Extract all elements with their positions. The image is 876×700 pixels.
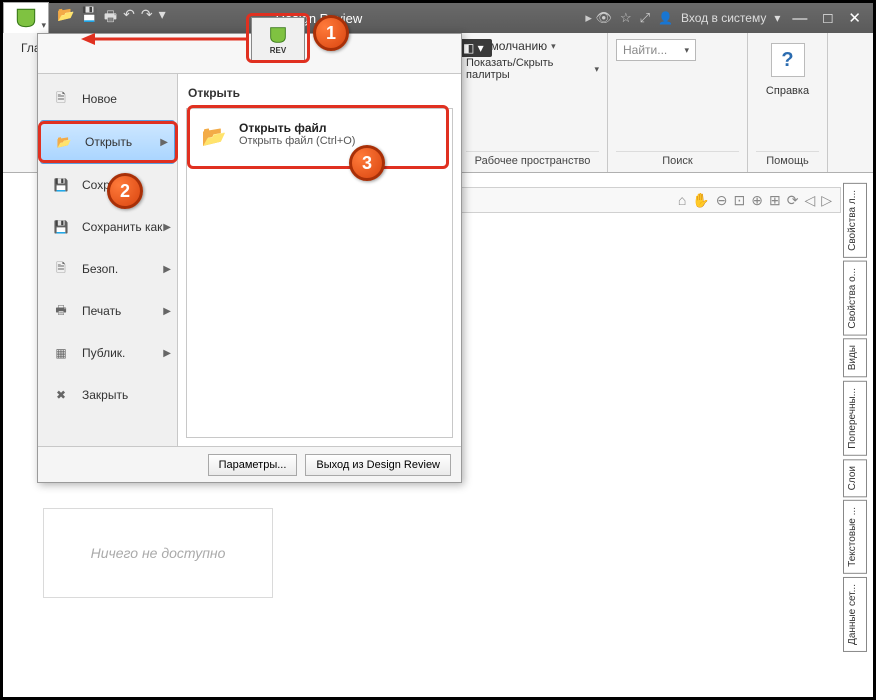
- chevron-right-icon: ▶: [163, 306, 171, 317]
- help-label: Справка: [766, 85, 809, 97]
- menu-item-print[interactable]: 🖶 Печать ▶: [38, 290, 177, 332]
- tab-text[interactable]: Текстовые ...: [843, 500, 867, 574]
- right-palette-tabs: Свойства л... Свойства о... Виды Попереч…: [843, 183, 867, 652]
- menu-label-new: Новое: [82, 92, 117, 106]
- publish-icon: ▦: [48, 340, 74, 366]
- submenu-open-file[interactable]: 📂 Открыть файл Открыть файл (Ctrl+O): [193, 115, 446, 157]
- app-menu-left: 🗎 Новое 📂 Открыть ▶ 💾 Сохранить 💾 Сохран…: [38, 74, 178, 446]
- star-icon[interactable]: ☆: [620, 10, 632, 26]
- prev-icon[interactable]: ◁: [804, 192, 815, 209]
- empty-message: Ничего не доступно: [91, 545, 226, 561]
- search-input[interactable]: Найти...▾: [616, 39, 696, 61]
- zoom-extents-icon[interactable]: ⊞: [769, 192, 781, 209]
- file-icon: 🗎: [48, 86, 74, 112]
- zoom-out-icon[interactable]: ⊖: [716, 192, 728, 209]
- group-label-help: Помощь: [756, 151, 819, 170]
- app-menu-right: Открыть 📂 Открыть файл Открыть файл (Ctr…: [178, 74, 461, 446]
- chevron-right-icon: ▶: [163, 264, 171, 275]
- ribbon-group-search: Найти...▾ Поиск: [608, 33, 748, 172]
- options-button[interactable]: Параметры...: [208, 454, 298, 476]
- tab-cross-sections[interactable]: Поперечны...: [843, 381, 867, 456]
- app-menu: 🗎 Новое 📂 Открыть ▶ 💾 Сохранить 💾 Сохран…: [37, 33, 462, 483]
- open-folder-icon: 📂: [199, 121, 229, 151]
- refresh-icon[interactable]: ⟳: [787, 192, 799, 209]
- toggle-palettes-button[interactable]: Показать/Скрыть палитры ▾: [466, 57, 599, 81]
- tab-properties-l[interactable]: Свойства л...: [843, 183, 867, 258]
- pan-icon[interactable]: ✋: [692, 192, 709, 209]
- ribbon-group-help: ? Справка Помощь: [748, 33, 828, 172]
- menu-label-secure: Безоп.: [82, 262, 118, 276]
- tab-properties-o[interactable]: Свойства о...: [843, 261, 867, 336]
- titlebar: ▾ 📂 💾 🖶 ↶ ↷ ▾ Design Review ▸ 👁 ☆ ⤢ 👤 Вх…: [3, 3, 873, 33]
- save-as-icon: 💾: [48, 214, 74, 240]
- group-label-workspace: Рабочее пространство: [466, 151, 599, 170]
- login-link[interactable]: Вход в систему: [681, 11, 766, 25]
- exit-button[interactable]: Выход из Design Review: [305, 454, 451, 476]
- close-icon: ✖: [48, 382, 74, 408]
- quick-access-toolbar: 📂 💾 🖶 ↶ ↷ ▾: [57, 6, 166, 30]
- menu-item-publish[interactable]: ▦ Публик. ▶: [38, 332, 177, 374]
- menu-label-publish: Публик.: [82, 346, 125, 360]
- submenu-item-subtitle: Открыть файл (Ctrl+O): [239, 135, 355, 147]
- app-menu-button[interactable]: ▾: [3, 2, 49, 34]
- tab-views[interactable]: Виды: [843, 338, 867, 377]
- menu-item-open[interactable]: 📂 Открыть ▶: [40, 120, 175, 164]
- maximize-button[interactable]: □: [819, 10, 836, 27]
- menu-label-print: Печать: [82, 304, 121, 318]
- close-window-button[interactable]: ✕: [844, 9, 865, 27]
- qat-save-icon[interactable]: 💾: [80, 6, 97, 30]
- next-icon[interactable]: ▷: [821, 192, 832, 209]
- qat-open-icon[interactable]: 📂: [57, 6, 74, 30]
- zoom-in-icon[interactable]: ⊕: [751, 192, 763, 209]
- home-view-icon[interactable]: ⌂: [678, 192, 686, 208]
- help-button[interactable]: ?: [771, 43, 805, 77]
- qat-print-icon[interactable]: 🖶: [104, 6, 117, 30]
- zoom-window-icon[interactable]: ⊡: [734, 192, 746, 209]
- qat-undo-icon[interactable]: ↶: [123, 6, 135, 30]
- step-badge-2: 2: [107, 173, 143, 209]
- viewport-toolbar: ⌂ ✋ ⊖ ⊡ ⊕ ⊞ ⟳ ◁ ▷: [461, 187, 841, 213]
- submenu-title: Открыть: [186, 82, 453, 108]
- chevron-right-icon: ▶: [160, 137, 168, 148]
- save-icon: 💾: [48, 172, 74, 198]
- binoculars-icon[interactable]: ▸ 👁: [585, 10, 612, 26]
- menu-item-close[interactable]: ✖ Закрыть: [38, 374, 177, 416]
- minimize-button[interactable]: —: [788, 10, 811, 27]
- tab-layers[interactable]: Слои: [843, 459, 867, 497]
- step-badge-1: 1: [313, 15, 349, 51]
- group-label-search: Поиск: [616, 151, 739, 170]
- app-button-highlight-target: REV: [251, 17, 305, 61]
- print-icon: 🖶: [48, 298, 74, 324]
- folder-icon: 📂: [51, 129, 77, 155]
- secure-icon: 🗎: [48, 256, 74, 282]
- rev-label: REV: [270, 46, 286, 55]
- app-menu-footer: Параметры... Выход из Design Review: [38, 446, 461, 482]
- menu-label-close: Закрыть: [82, 388, 128, 402]
- tab-grid-data[interactable]: Данные сет...: [843, 577, 867, 652]
- user-icon: 👤: [658, 11, 673, 25]
- menu-label-save-as: Сохранить как: [82, 220, 162, 234]
- qat-dropdown-icon[interactable]: ▾: [159, 6, 166, 30]
- menu-label-open: Открыть: [85, 135, 132, 149]
- chevron-right-icon: ▶: [163, 222, 171, 233]
- help-top-icon[interactable]: ⤢: [640, 10, 650, 26]
- step-badge-3: 3: [349, 145, 385, 181]
- chevron-right-icon: ▶: [163, 348, 171, 359]
- recent-panel: Ничего не доступно: [43, 508, 273, 598]
- menu-item-new[interactable]: 🗎 Новое: [38, 78, 177, 120]
- menu-item-save-as[interactable]: 💾 Сохранить как ▶: [38, 206, 177, 248]
- menu-item-secure[interactable]: 🗎 Безоп. ▶: [38, 248, 177, 290]
- submenu-item-title: Открыть файл: [239, 121, 355, 135]
- qat-redo-icon[interactable]: ↷: [141, 6, 153, 30]
- login-dropdown-icon[interactable]: ▾: [774, 11, 780, 25]
